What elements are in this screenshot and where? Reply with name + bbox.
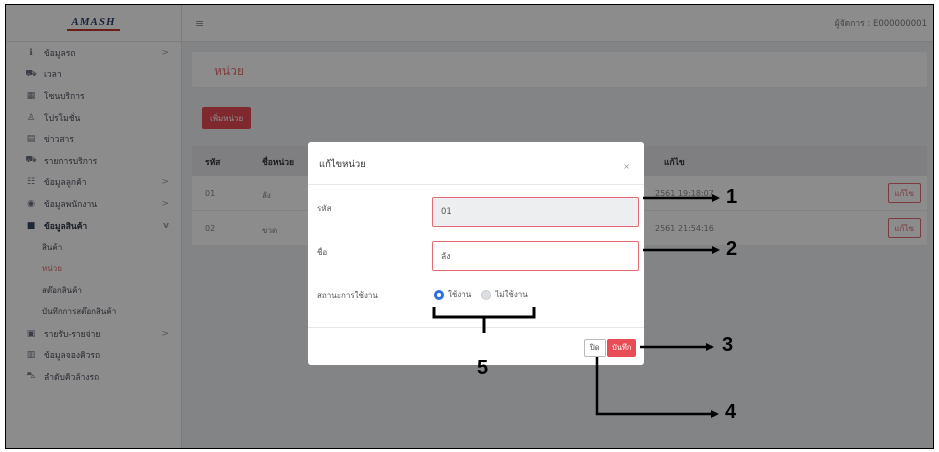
modal-footer: ปิด บันทึก xyxy=(308,327,644,365)
close-icon[interactable]: × xyxy=(623,162,630,171)
app-window: AMASH ℹ ข้อมูลรถ > ⛟ เวลา ▦ โซนบริการ ♙ โปรโม… xyxy=(5,4,934,449)
radio-active-label[interactable]: ใช้งาน xyxy=(448,288,471,301)
annotation-5: 5 xyxy=(477,357,489,379)
modal-title: แก้ไขหน่วย xyxy=(319,159,366,170)
modal-header: แก้ไขหน่วย × xyxy=(308,142,644,185)
annotation-1: 1 xyxy=(726,186,738,208)
name-field[interactable] xyxy=(432,241,639,271)
name-label: ชื่อ xyxy=(317,248,328,257)
edit-unit-modal: แก้ไขหน่วย × รหัส ชื่อ สถานะการใช้งาน ใช… xyxy=(308,142,644,365)
annotation-2: 2 xyxy=(726,238,738,260)
radio-active[interactable] xyxy=(434,289,444,300)
status-label: สถานะการใช้งาน xyxy=(317,291,378,300)
code-label: รหัส xyxy=(317,204,332,213)
close-button[interactable]: ปิด xyxy=(584,339,606,357)
status-radio-group: ใช้งาน ไม่ใช้งาน xyxy=(434,288,538,301)
code-field[interactable] xyxy=(432,197,639,227)
annotation-3: 3 xyxy=(722,334,734,356)
save-button[interactable]: บันทึก xyxy=(607,339,637,357)
radio-inactive-label[interactable]: ไม่ใช้งาน xyxy=(495,288,528,301)
radio-inactive[interactable] xyxy=(481,289,492,300)
annotation-4: 4 xyxy=(725,401,737,423)
